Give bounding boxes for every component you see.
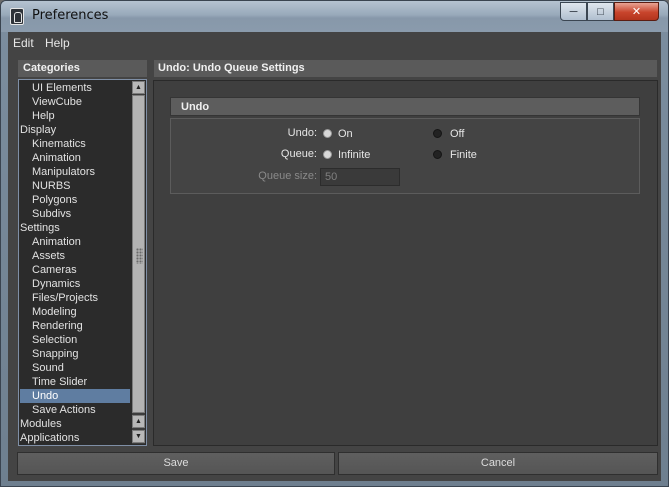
- queue-size-input[interactable]: [320, 168, 400, 186]
- category-item[interactable]: Save Actions: [20, 403, 130, 417]
- category-item[interactable]: UI Elements: [20, 81, 130, 95]
- window-title: Preferences: [32, 8, 109, 23]
- menu-help[interactable]: Help: [45, 36, 70, 50]
- window-controls: ─ □ ✕: [560, 2, 659, 21]
- undo-off-label[interactable]: Off: [450, 128, 464, 140]
- category-item[interactable]: Kinematics: [20, 137, 130, 151]
- maximize-icon[interactable]: □: [587, 2, 614, 21]
- undo-off-radio[interactable]: [433, 129, 442, 138]
- settings-panel: Undo Undo: On Off Queue: Infinite Finite…: [153, 80, 658, 446]
- category-item[interactable]: Rendering: [20, 319, 130, 333]
- category-item[interactable]: Dynamics: [20, 277, 130, 291]
- category-item[interactable]: Snapping: [20, 347, 130, 361]
- category-item[interactable]: Applications: [20, 431, 130, 445]
- category-item[interactable]: Help: [20, 109, 130, 123]
- undo-on-label[interactable]: On: [338, 128, 353, 140]
- category-item[interactable]: Selection: [20, 333, 130, 347]
- category-item[interactable]: ViewCube: [20, 95, 130, 109]
- scroll-up-icon[interactable]: ▲: [132, 81, 145, 94]
- scroll-down-icon[interactable]: ▼: [132, 430, 145, 443]
- queue-finite-radio[interactable]: [433, 150, 442, 159]
- category-item[interactable]: Files/Projects: [20, 291, 130, 305]
- minimize-icon[interactable]: ─: [560, 2, 587, 21]
- cancel-button[interactable]: Cancel: [338, 452, 658, 475]
- preferences-window: Preferences ─ □ ✕ Edit Help Categories A…: [0, 0, 669, 487]
- undo-label: Undo:: [287, 127, 317, 139]
- title-bar[interactable]: Preferences ─ □ ✕: [1, 1, 668, 32]
- category-item[interactable]: Sound: [20, 361, 130, 375]
- categories-list[interactable]: Applications Modules Save Actions Undo Time …: [18, 79, 147, 446]
- queue-label: Queue:: [280, 148, 317, 160]
- category-item[interactable]: Time Slider: [20, 375, 130, 389]
- category-item[interactable]: Subdivs: [20, 207, 130, 221]
- scroll-thumb[interactable]: [132, 95, 145, 413]
- category-item[interactable]: Animation: [20, 235, 130, 249]
- categories-header: Categories: [18, 60, 147, 77]
- client-area: Edit Help Categories Applications Modules…: [8, 32, 661, 481]
- queue-size-label: Queue size:: [258, 170, 317, 182]
- save-button[interactable]: Save: [17, 452, 335, 475]
- category-item[interactable]: Assets: [20, 249, 130, 263]
- category-item[interactable]: Manipulators: [20, 165, 130, 179]
- undo-frame-body: Undo: On Off Queue: Infinite Finite Queu…: [170, 118, 640, 194]
- scroll-up-icon[interactable]: ▲: [132, 415, 145, 428]
- category-item[interactable]: Settings: [20, 221, 130, 235]
- close-icon[interactable]: ✕: [614, 2, 659, 21]
- undo-on-radio[interactable]: [323, 129, 332, 138]
- queue-finite-label[interactable]: Finite: [450, 149, 477, 161]
- category-item[interactable]: Undo: [20, 389, 130, 403]
- category-item[interactable]: Modules: [20, 417, 130, 431]
- menu-edit[interactable]: Edit: [13, 36, 34, 50]
- queue-infinite-label[interactable]: Infinite: [338, 149, 370, 161]
- grip-icon: [136, 248, 143, 264]
- category-item[interactable]: Modeling: [20, 305, 130, 319]
- categories-scrollbar[interactable]: ▲ ▲ ▼: [132, 81, 145, 444]
- category-item[interactable]: Polygons: [20, 193, 130, 207]
- maya-app-icon: [10, 8, 24, 25]
- category-item[interactable]: Animation: [20, 151, 130, 165]
- category-item[interactable]: Cameras: [20, 263, 130, 277]
- category-item[interactable]: Display: [20, 123, 130, 137]
- category-item[interactable]: NURBS: [20, 179, 130, 193]
- menu-bar: Edit Help: [8, 32, 661, 53]
- settings-header: Undo: Undo Queue Settings: [154, 60, 657, 77]
- undo-frame-header[interactable]: Undo: [170, 97, 640, 116]
- queue-infinite-radio[interactable]: [323, 150, 332, 159]
